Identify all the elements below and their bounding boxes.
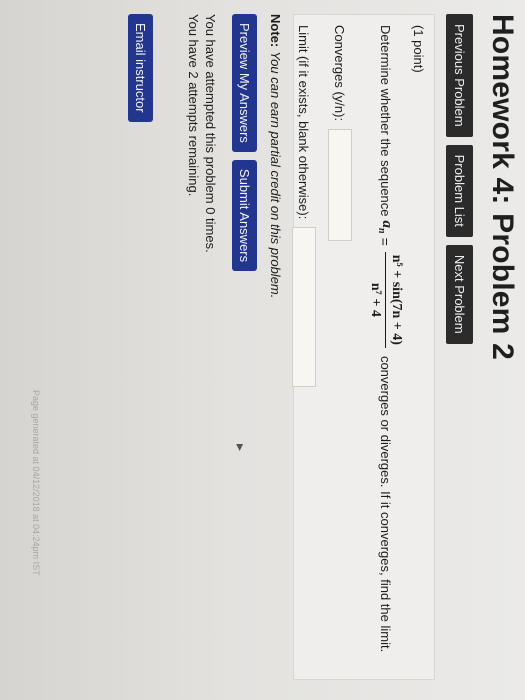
problem-panel: (1 point) Determine whether the sequence… bbox=[292, 14, 435, 680]
question-text-start: Determine whether the sequence bbox=[378, 25, 393, 217]
converges-input[interactable] bbox=[328, 129, 352, 242]
problem-question: Determine whether the sequence an = n⁵ +… bbox=[367, 25, 404, 652]
limit-label: Limit (if it exists, blank otherwise): bbox=[296, 25, 312, 220]
problem-points: (1 point) bbox=[411, 25, 426, 73]
partial-credit-note: Note: You can earn partial credit on this… bbox=[268, 14, 283, 298]
rotated-page: Homework 4: Problem 2 Previous Problem P… bbox=[0, 0, 525, 700]
previous-problem-button[interactable]: Previous Problem bbox=[446, 14, 473, 137]
limit-row: Limit (if it exists, blank otherwise): bbox=[292, 25, 316, 388]
fraction-denominator: n⁷ + 4 bbox=[368, 282, 383, 317]
problem-list-button[interactable]: Problem List bbox=[446, 144, 473, 237]
mouse-cursor-icon: ▸ bbox=[233, 444, 249, 452]
sequence-letter: a bbox=[379, 220, 395, 229]
note-label: Note: bbox=[268, 14, 283, 48]
attempts-info: You have attempted this problem 0 times.… bbox=[185, 14, 219, 253]
answer-actions: Preview My Answers Submit Answers bbox=[232, 14, 257, 272]
preview-answers-button[interactable]: Preview My Answers bbox=[232, 14, 257, 152]
attempted-count-text: You have attempted this problem 0 times. bbox=[203, 14, 218, 253]
problem-navigation: Previous Problem Problem List Next Probl… bbox=[446, 14, 473, 344]
sequence-symbol: an bbox=[376, 221, 395, 234]
question-text-end: converges or diverges. If it converges, … bbox=[378, 355, 393, 653]
submit-answers-button[interactable]: Submit Answers bbox=[232, 159, 257, 272]
page-generated-footer: Page generated at 04/12/2018 at 04:24pm … bbox=[31, 390, 41, 576]
converges-row: Converges (y/n): bbox=[328, 25, 352, 242]
fraction-bar bbox=[385, 251, 386, 348]
next-problem-button[interactable]: Next Problem bbox=[446, 244, 473, 344]
attempts-remaining-text: You have 2 attempts remaining. bbox=[186, 14, 201, 197]
equals-sign: = bbox=[377, 237, 394, 246]
limit-input[interactable] bbox=[292, 227, 316, 388]
note-text: You can earn partial credit on this prob… bbox=[268, 51, 283, 299]
page-title: Homework 4: Problem 2 bbox=[486, 14, 519, 360]
fraction-numerator: n⁵ + sin(7n + 4) bbox=[389, 254, 404, 345]
email-instructor-button[interactable]: Email instructor bbox=[128, 14, 153, 122]
sequence-fraction: n⁵ + sin(7n + 4) n⁷ + 4 bbox=[367, 251, 404, 348]
sequence-subscript: n bbox=[376, 228, 387, 234]
converges-label: Converges (y/n): bbox=[332, 25, 348, 122]
